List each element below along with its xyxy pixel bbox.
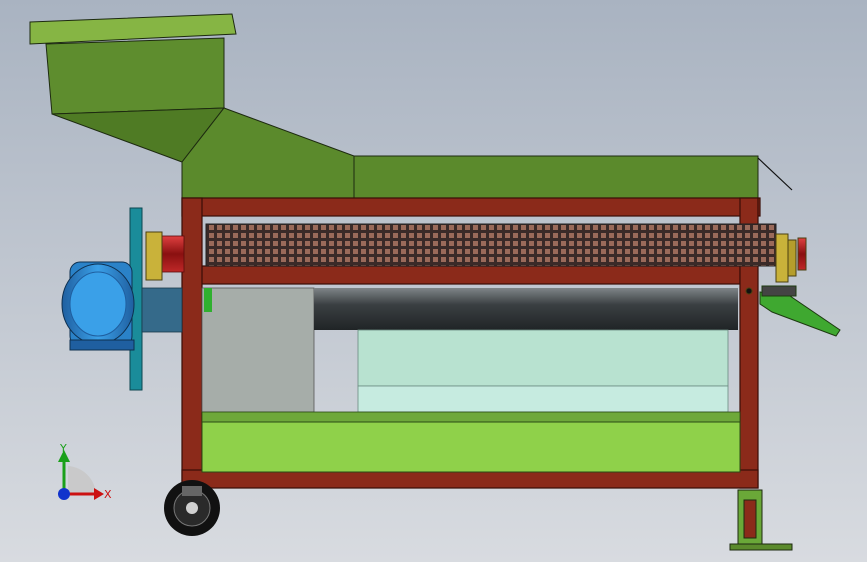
frame-top-rail [181,197,761,217]
frame-left-post [181,197,203,489]
left-bearing [145,231,163,281]
collection-tray[interactable] [201,421,741,473]
lower-chamber [201,287,741,423]
caster-wheel[interactable] [164,480,220,536]
z-axis [58,488,70,500]
frame-bottom-rail [181,469,759,489]
top-cover [353,155,793,199]
frame-mid-rail [199,265,741,285]
x-axis-label: X [104,488,112,501]
electric-motor[interactable] [61,261,135,351]
hopper-body [45,37,225,115]
screen-mesh [205,223,777,267]
y-axis-label: Y [59,442,67,455]
machine-drawing[interactable]: Y X [0,0,867,562]
cad-viewport[interactable]: Y X [0,0,867,562]
